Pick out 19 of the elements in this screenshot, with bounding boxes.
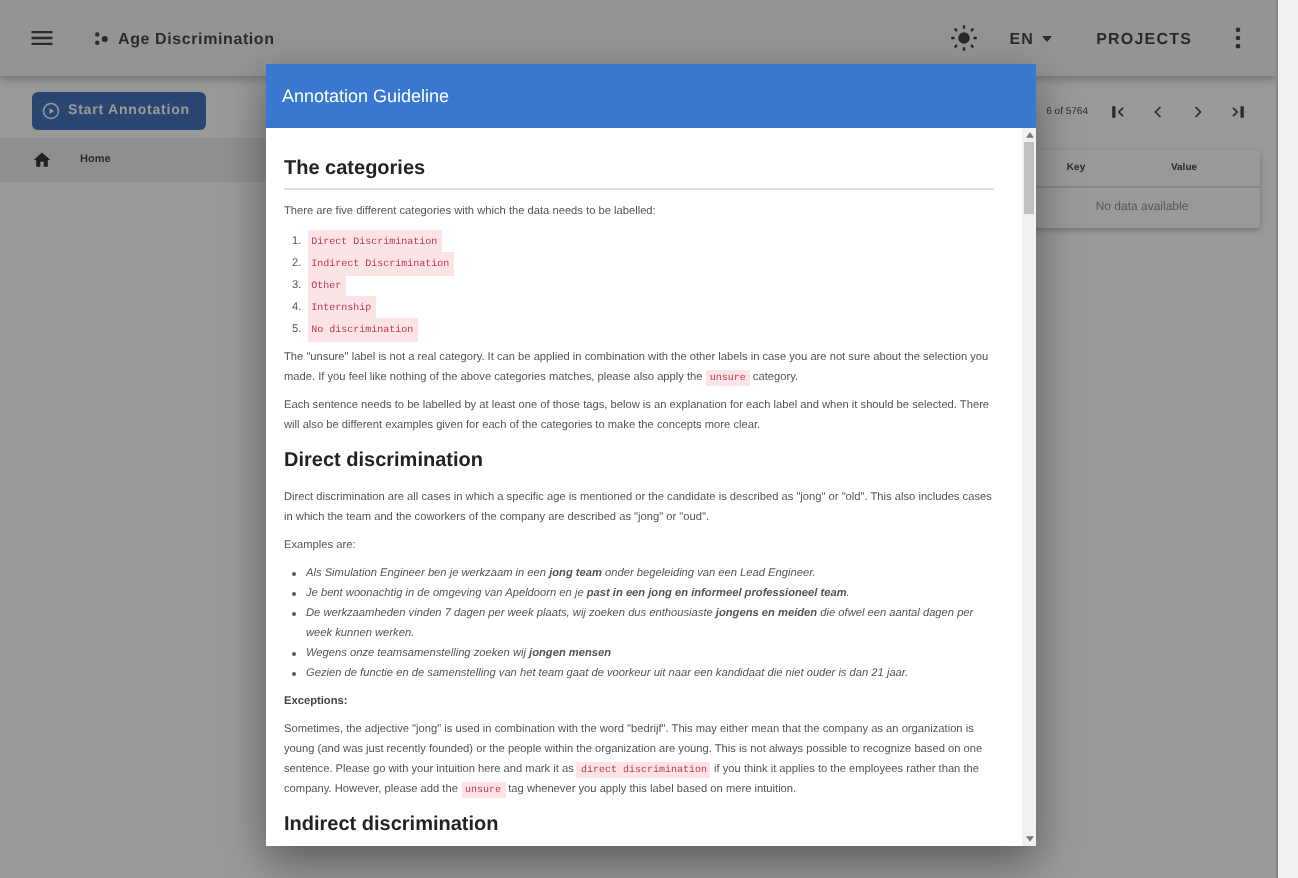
scrollbar[interactable] — [1276, 0, 1298, 878]
caret-icon — [1042, 35, 1053, 41]
home-icon[interactable] — [32, 150, 52, 170]
last-page-icon[interactable] — [1228, 101, 1248, 121]
section-heading: Direct discrimination — [284, 448, 485, 476]
app-title: Age Discrimination — [118, 29, 275, 47]
dialog-title: Annotation Guideline — [282, 86, 450, 106]
sun-icon[interactable] — [949, 24, 978, 52]
play-icon — [42, 102, 60, 120]
logo-icon — [92, 29, 110, 47]
section-heading: Indirect discrimination — [284, 812, 501, 840]
scroll-up-icon[interactable] — [1025, 132, 1033, 138]
dialog-scrollbar[interactable] — [1022, 128, 1036, 846]
language-menu[interactable]: EN — [997, 21, 1065, 55]
projects-button[interactable]: PROJECTS — [1084, 21, 1204, 55]
section-heading: The categories — [284, 156, 994, 190]
scroll-thumb[interactable] — [1024, 142, 1034, 214]
first-page-icon[interactable] — [1108, 101, 1128, 121]
scroll-down-icon[interactable] — [1025, 836, 1033, 842]
